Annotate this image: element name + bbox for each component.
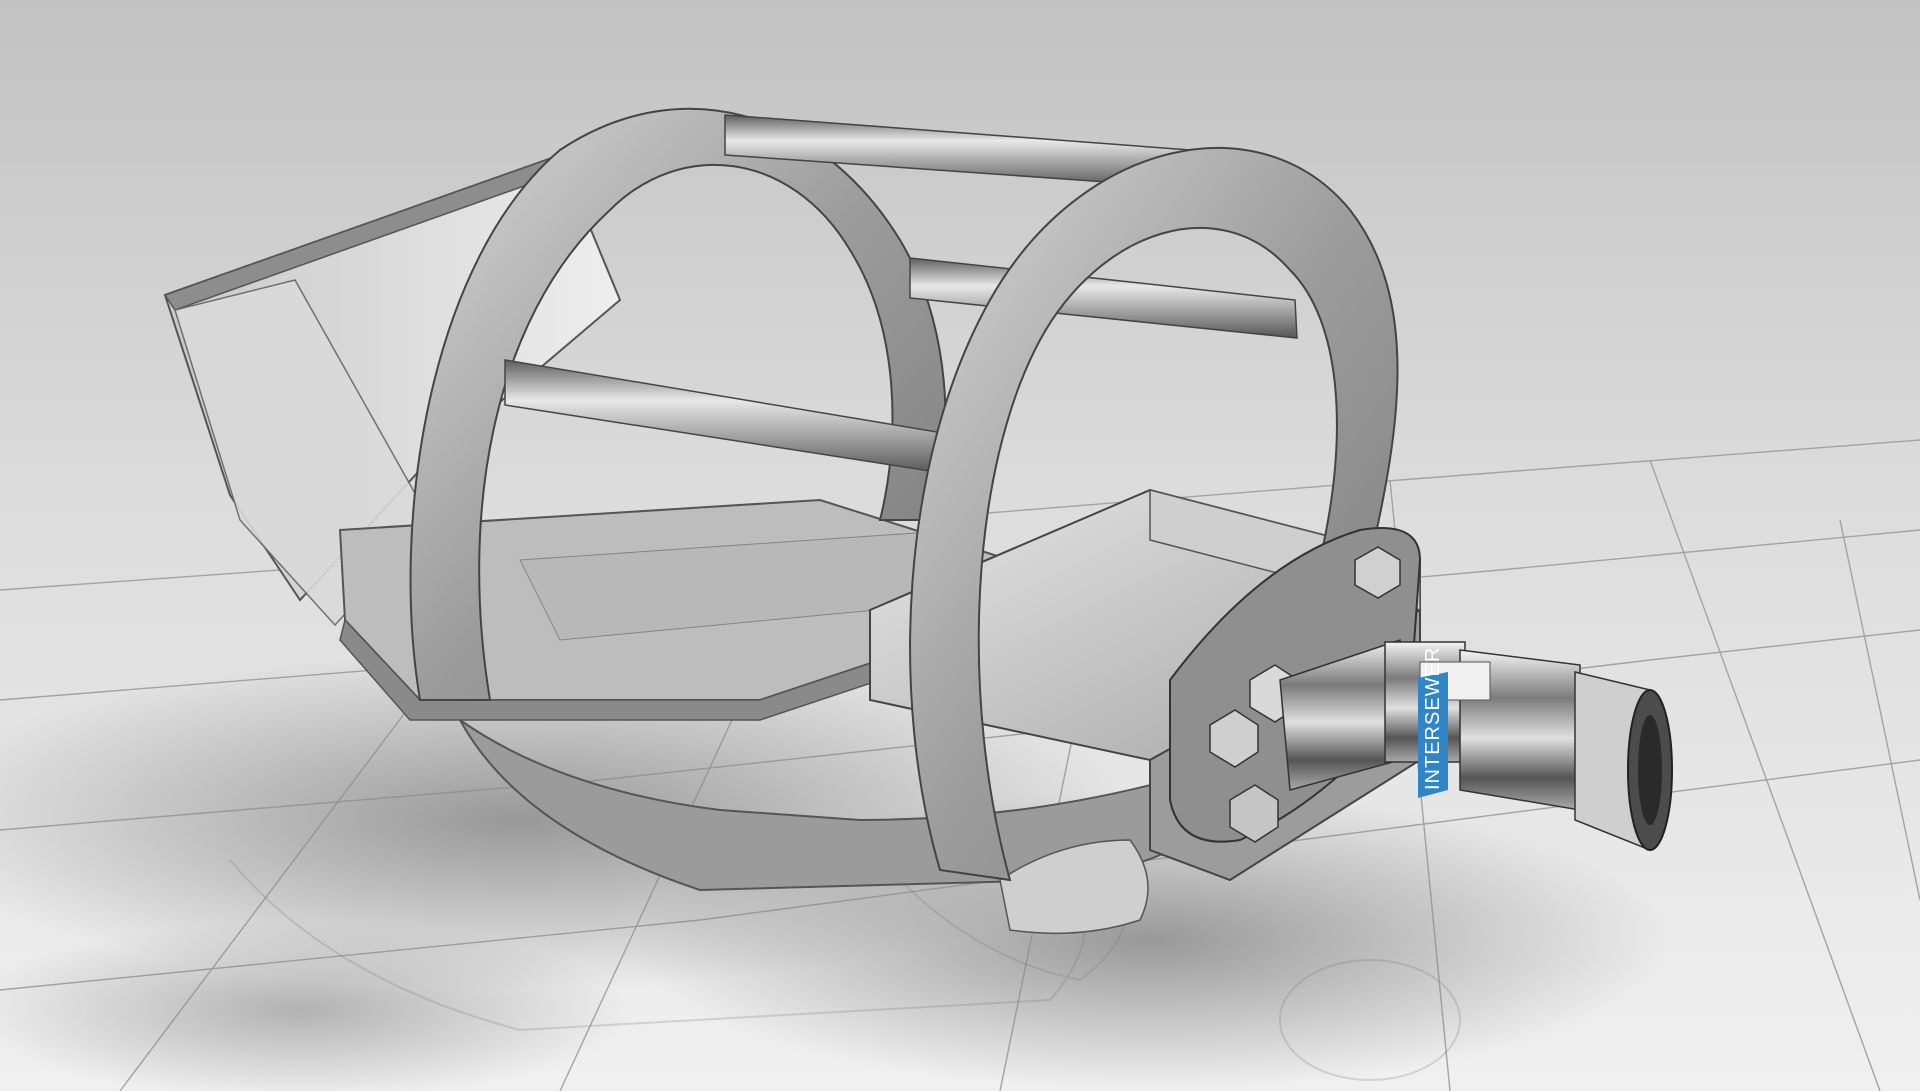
render-viewport: INTERSEWER: [0, 0, 1920, 1091]
cad-render: INTERSEWER: [0, 0, 1920, 1091]
brand-label-text: INTERSEWER: [1422, 647, 1444, 790]
